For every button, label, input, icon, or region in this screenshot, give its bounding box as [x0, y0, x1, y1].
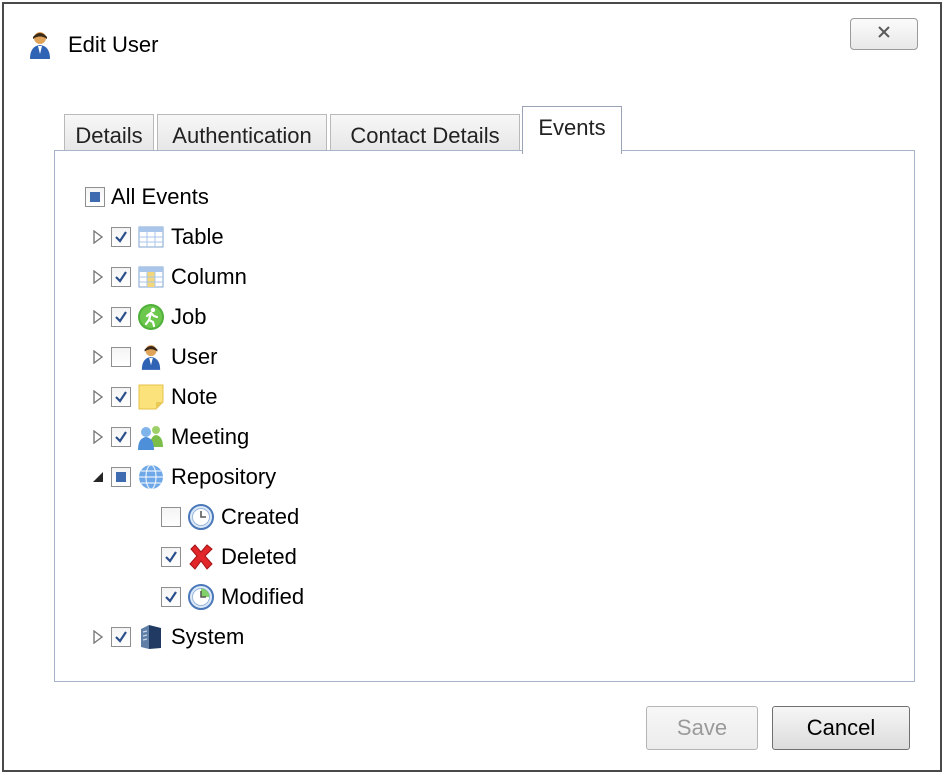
tab-authentication[interactable]: Authentication — [157, 114, 327, 152]
tree-item-label: System — [171, 624, 245, 649]
column-icon — [137, 263, 165, 291]
events-panel: All Events Table Column Job User Note Me… — [54, 150, 915, 682]
tree-item-label: Column — [171, 264, 247, 289]
tree-item-deleted[interactable]: Deleted — [161, 537, 297, 577]
user-icon — [137, 343, 165, 371]
tree-item-label: User — [171, 344, 218, 369]
checkbox[interactable] — [111, 467, 131, 487]
tree-item-column[interactable]: Column — [85, 257, 247, 297]
save-button-label: Save — [676, 715, 728, 740]
close-button[interactable] — [850, 18, 918, 50]
expand-arrow-icon[interactable] — [85, 424, 111, 450]
tree-item-label: Deleted — [221, 544, 297, 569]
tab-events[interactable]: Events — [522, 106, 622, 154]
tree-item-note[interactable]: Note — [85, 377, 217, 417]
tree-item-system[interactable]: System — [85, 617, 244, 657]
checkbox[interactable] — [161, 547, 181, 567]
edit-user-dialog: Edit User Details Authentication Contact… — [2, 2, 942, 772]
system-icon — [137, 623, 165, 651]
tree-item-label: Meeting — [171, 424, 250, 449]
checkbox[interactable] — [111, 307, 131, 327]
tree-item-label: Table — [171, 224, 224, 249]
repository-icon — [137, 463, 165, 491]
tab-label: Authentication — [172, 123, 312, 148]
tree-item-meeting[interactable]: Meeting — [85, 417, 249, 457]
save-button[interactable]: Save — [646, 706, 758, 750]
tree-item-label: Modified — [221, 584, 305, 609]
tree-item-modified[interactable]: Modified — [161, 577, 304, 617]
tree-item-label: Created — [221, 504, 300, 529]
expand-arrow-icon[interactable] — [85, 624, 111, 650]
dialog-title: Edit User — [68, 32, 159, 57]
expand-arrow-icon[interactable] — [85, 344, 111, 370]
title-bar: Edit User — [4, 4, 940, 84]
meeting-icon — [137, 423, 165, 451]
expand-arrow-icon[interactable] — [85, 224, 111, 250]
tree-item-table[interactable]: Table — [85, 217, 224, 257]
user-icon — [28, 30, 52, 60]
job-icon — [137, 303, 165, 331]
tree-item-all-events[interactable]: All Events — [85, 177, 209, 217]
table-icon — [137, 223, 165, 251]
cancel-button[interactable]: Cancel — [772, 706, 910, 750]
tab-contact-details[interactable]: Contact Details — [330, 114, 520, 152]
cancel-button-label: Cancel — [806, 715, 876, 740]
tree-item-label: Repository — [171, 464, 277, 489]
tab-details[interactable]: Details — [64, 114, 154, 152]
tab-label: Contact Details — [350, 123, 500, 148]
expand-arrow-icon[interactable] — [85, 304, 111, 330]
checkbox[interactable] — [111, 227, 131, 247]
tree-item-label: Job — [171, 304, 207, 329]
tree-item-user[interactable]: User — [85, 337, 217, 377]
note-icon — [137, 383, 165, 411]
tree-item-label: All Events — [111, 184, 209, 209]
tree-item-repository[interactable]: Repository — [85, 457, 276, 497]
checkbox[interactable] — [111, 267, 131, 287]
checkbox[interactable] — [111, 387, 131, 407]
modified-icon — [187, 583, 215, 611]
checkbox[interactable] — [161, 587, 181, 607]
delete-icon — [187, 543, 215, 571]
tab-label: Events — [538, 115, 606, 140]
tree-item-job[interactable]: Job — [85, 297, 206, 337]
collapse-arrow-icon[interactable] — [85, 464, 111, 490]
tree-item-label: Note — [171, 384, 218, 409]
checkbox[interactable] — [111, 427, 131, 447]
tree-item-created[interactable]: Created — [161, 497, 299, 537]
checkbox[interactable] — [161, 507, 181, 527]
checkbox[interactable] — [85, 187, 105, 207]
checkbox[interactable] — [111, 347, 131, 367]
close-icon — [876, 24, 892, 45]
clock-icon — [187, 503, 215, 531]
expand-arrow-icon[interactable] — [85, 384, 111, 410]
checkbox[interactable] — [111, 627, 131, 647]
tab-label: Details — [75, 123, 143, 148]
expand-arrow-icon[interactable] — [85, 264, 111, 290]
